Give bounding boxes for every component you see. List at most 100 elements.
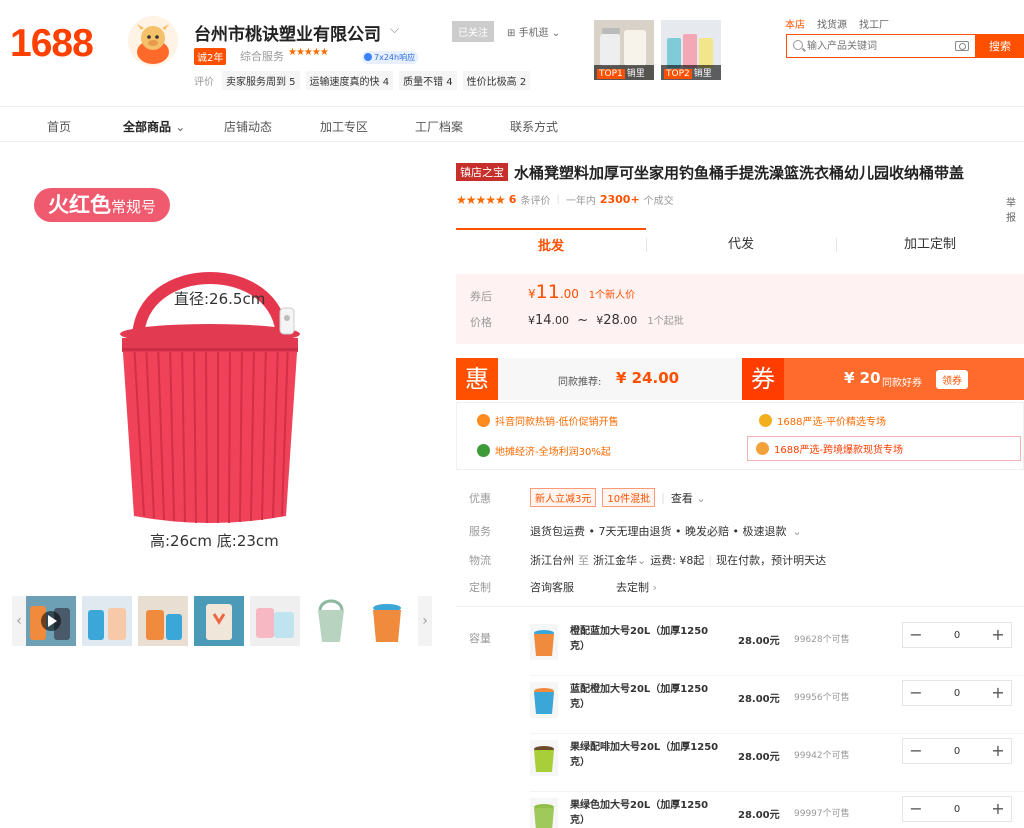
review-label[interactable]: 条评价 xyxy=(520,192,550,207)
sales-count: 2300+ xyxy=(599,193,640,206)
nav-factory-profile[interactable]: 工厂档案 xyxy=(415,118,463,135)
promo-link[interactable]: 地摊经济-全场利润30%起 xyxy=(477,443,611,458)
promo-link[interactable]: 1688严选-平价精选专场 xyxy=(759,413,886,428)
promo-link[interactable]: 1688严选-跨境爆款现货专场 xyxy=(747,436,1021,461)
sku-thumbnail[interactable] xyxy=(530,624,558,660)
coupon-value: ¥ 20 xyxy=(844,369,881,387)
service-label: 服务 xyxy=(469,525,491,538)
increment-button[interactable]: + xyxy=(985,623,1011,647)
mobile-link[interactable]: ⊞ 手机逛 ⌄ xyxy=(507,24,560,39)
claim-coupon-button[interactable]: 领券 xyxy=(936,370,968,389)
search-input[interactable] xyxy=(807,37,947,55)
product-title-row: 镇店之宝 水桶凳塑料加厚可坐家用钓鱼桶手提洗澡篮洗衣桶幼儿园收纳桶带盖 xyxy=(456,162,1016,183)
go-customize-link[interactable]: 去定制 › xyxy=(616,579,657,595)
nav-processing[interactable]: 加工专区 xyxy=(320,118,368,135)
custom-values: 咨询客服 去定制 › xyxy=(530,579,657,595)
decrement-button[interactable]: − xyxy=(903,623,929,647)
ship-to-select[interactable]: 浙江金华⌄ xyxy=(593,552,646,568)
chevron-down-icon[interactable]: ⌵ xyxy=(390,22,399,37)
rating-tag: 卖家服务周到 5 xyxy=(222,71,300,90)
sku-name: 橙配蓝加大号20L（加厚1250克） xyxy=(570,626,709,652)
quantity-stepper: − + xyxy=(902,796,1012,822)
coupon-price-int: 11 xyxy=(535,281,560,303)
shop-avatar[interactable] xyxy=(128,16,178,66)
coupon-price: ¥11.00 1个新人价 xyxy=(528,281,635,303)
thumbnail[interactable] xyxy=(250,596,300,646)
site-logo[interactable]: 1688 xyxy=(10,22,94,66)
decrement-button[interactable]: − xyxy=(903,797,929,821)
currency-symbol: ¥ xyxy=(528,314,535,327)
search-tab-factory[interactable]: 找工厂 xyxy=(859,16,889,31)
search-icon xyxy=(793,40,803,50)
sun-icon xyxy=(477,414,490,427)
service-values[interactable]: 退货包运费 • 7天无理由退货 • 晚发必赔 • 极速退款 ⌄ xyxy=(530,523,802,539)
main-product-image[interactable]: 火红色常规号 直径:26.5cm 高:26cm 底:23cm xyxy=(0,142,440,582)
consult-service-link[interactable]: 咨询客服 xyxy=(530,579,574,595)
quantity-input[interactable] xyxy=(931,800,983,818)
page-header: 1688 台州市桃诀塑业有限公司 ⌵ 诚2年 综合服务 ★★★★★ 7x24h响… xyxy=(0,0,1024,106)
years-badge: 诚2年 xyxy=(194,48,227,65)
promo-link[interactable]: 抖音同款热销-低价促销开售 xyxy=(477,413,619,428)
thumbnail[interactable] xyxy=(362,596,412,646)
thumbnail[interactable] xyxy=(194,596,244,646)
increment-button[interactable]: + xyxy=(985,797,1011,821)
camera-icon[interactable] xyxy=(955,41,969,51)
price-box: 券后 ¥11.00 1个新人价 价格 ¥14.00 ~ ¥28.00 1个起批 xyxy=(456,274,1024,344)
decrement-button[interactable]: − xyxy=(903,681,929,705)
logistics-values: 浙江台州 至 浙江金华⌄ 运费: ¥8起 | 现在付款，预计明天达 xyxy=(530,552,826,568)
report-link[interactable]: 举报 xyxy=(1006,194,1024,224)
thumbnail[interactable] xyxy=(306,596,356,646)
sku-thumbnail[interactable] xyxy=(530,798,558,828)
currency-symbol: ¥ xyxy=(528,287,536,301)
top-product-thumb[interactable]: TOP2 销里 xyxy=(661,20,721,80)
nav-all-products[interactable]: 全部商品 ⌄ xyxy=(123,118,185,135)
search-button[interactable]: 搜索 xyxy=(976,34,1024,58)
view-discounts-link[interactable]: 查看 ⌄ xyxy=(671,490,706,506)
product-title: 水桶凳塑料加厚可坐家用钓鱼桶手提洗澡篮洗衣桶幼儿园收纳桶带盖 xyxy=(514,164,965,182)
decrement-button[interactable]: − xyxy=(903,739,929,763)
nav-contact[interactable]: 联系方式 xyxy=(510,118,558,135)
thumbnail-video[interactable] xyxy=(26,596,76,646)
increment-button[interactable]: + xyxy=(985,681,1011,705)
sku-thumbnail[interactable] xyxy=(530,740,558,776)
purchase-tabs: 批发 代发 加工定制 xyxy=(456,228,1024,264)
sku-price: 28.00元 xyxy=(738,694,780,705)
follow-button[interactable]: 已关注 xyxy=(452,21,494,42)
mobile-link-label: 手机逛 xyxy=(518,28,549,39)
tab-wholesale[interactable]: 批发 xyxy=(456,228,646,264)
quantity-stepper: − + xyxy=(902,680,1012,706)
search-tab-shop[interactable]: 本店 xyxy=(785,16,805,31)
sku-stock: 99942个可售 xyxy=(794,751,850,761)
coupon-price-dec: .00 xyxy=(559,287,579,301)
tab-custom-processing[interactable]: 加工定制 xyxy=(836,228,1024,264)
thumbnail[interactable] xyxy=(138,596,188,646)
nav-shop-news[interactable]: 店铺动态 xyxy=(224,118,272,135)
nav-home[interactable]: 首页 xyxy=(47,118,71,135)
same-style-promo[interactable]: 惠 同款推荐: ¥ 24.00 xyxy=(456,358,742,400)
sku-label: 容量 xyxy=(469,632,491,645)
promo-link-text: 地摊经济-全场利润30%起 xyxy=(495,447,611,458)
sku-thumbnail[interactable] xyxy=(530,682,558,718)
range-separator: ~ xyxy=(577,313,589,328)
review-count[interactable]: 6 xyxy=(509,193,517,206)
color-tag-main: 火红色 xyxy=(48,193,111,217)
discount-icon: 惠 xyxy=(456,358,498,400)
tab-dropship[interactable]: 代发 xyxy=(646,228,836,264)
chevron-right-icon[interactable]: › xyxy=(418,596,432,646)
quantity-input[interactable] xyxy=(931,742,983,760)
shop-name[interactable]: 台州市桃诀塑业有限公司 xyxy=(194,20,381,45)
discount-tag: 新人立减3元 xyxy=(530,488,597,507)
sku-price: 28.00元 xyxy=(738,752,780,763)
top-product-thumb[interactable]: TOP1 销里 xyxy=(594,20,654,80)
thumbnail[interactable] xyxy=(82,596,132,646)
sku-name: 果绿配啡加大号20L（加厚1250克） xyxy=(570,742,719,768)
search-tab-source[interactable]: 找货源 xyxy=(817,16,847,31)
promo-links: 抖音同款热销-低价促销开售 1688严选-平价精选专场 地摊经济-全场利润30%… xyxy=(456,402,1024,470)
quantity-stepper: − + xyxy=(902,738,1012,764)
quantity-input[interactable] xyxy=(931,626,983,644)
quantity-input[interactable] xyxy=(931,684,983,702)
diameter-label: 直径:26.5cm xyxy=(174,290,266,308)
chevron-left-icon[interactable]: ‹ xyxy=(12,596,26,646)
coupon-price-label: 券后 xyxy=(470,290,492,303)
increment-button[interactable]: + xyxy=(985,739,1011,763)
